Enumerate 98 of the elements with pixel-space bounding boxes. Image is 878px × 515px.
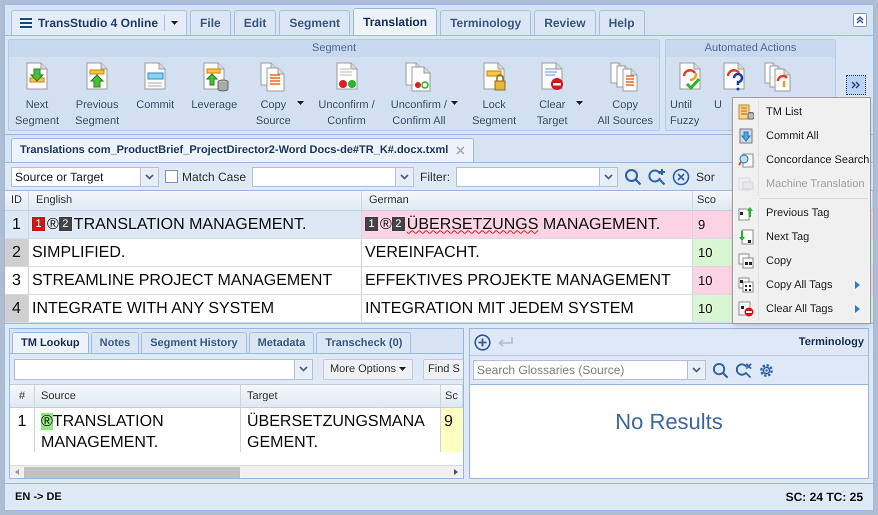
scroll-left-icon[interactable] [15, 469, 19, 475]
caret-icon [399, 367, 406, 371]
tag-up-arrow-icon [738, 205, 754, 221]
horizontal-scrollbar[interactable] [10, 465, 463, 478]
document-tab[interactable]: Translations com_ProductBrief_ProjectDirector2-Word Docs-de#TR_K#.docx.txml [11, 138, 474, 162]
scope-dropdown[interactable]: Source or Target [11, 166, 159, 186]
table-cell: 1 ® 2 ÜBERSETZUNGS MANAGEMENT. [362, 211, 693, 238]
search-icon[interactable] [712, 362, 729, 378]
ribbon-button[interactable]: Copy Source [251, 61, 304, 129]
dropdown-caret-icon [576, 101, 584, 105]
scroll-right-icon[interactable] [454, 469, 458, 475]
dropdown-caret-icon [297, 101, 304, 105]
table-cell: 1 [5, 211, 29, 238]
more-button[interactable] [846, 75, 866, 95]
ribbon-button[interactable]: Unconfirm / Confirm [316, 61, 377, 129]
menu-item[interactable]: Commit All [733, 124, 870, 148]
table-cell: ®TRANSLATION MANAGEMENT. [35, 408, 241, 452]
column-header[interactable]: German [362, 191, 693, 210]
glossary-search-field[interactable]: Search Glossaries (Source) [473, 360, 706, 380]
search-plus-icon[interactable] [648, 168, 666, 186]
menu-tab[interactable]: Segment [279, 10, 350, 35]
menu-tab[interactable]: Translation [353, 8, 438, 35]
menu-icon [20, 18, 32, 28]
more-options-button[interactable]: More Options [323, 358, 414, 380]
table-cell: SIMPLIFIED. [29, 239, 362, 266]
table-cell: INTEGRATE WITH ANY SYSTEM [29, 295, 362, 322]
filter-label: Filter: [420, 168, 450, 186]
collapse-icon[interactable] [853, 13, 867, 27]
ribbon-button[interactable]: Previous Segment [73, 61, 122, 129]
column-header[interactable]: Sc [441, 385, 463, 407]
monitor-icon [738, 176, 754, 192]
menu-tab[interactable]: Help [598, 10, 645, 35]
tag-down-arrow-icon [738, 229, 754, 245]
search-icon[interactable] [624, 168, 642, 186]
double-chevron-icon [850, 81, 860, 89]
segment-counts: SC: 24 TC: 25 [786, 489, 863, 506]
tags-icon [738, 253, 754, 269]
ribbon-button[interactable]: Copy All Sources [595, 61, 655, 129]
checkbox-label: Match Case [182, 168, 246, 186]
ribbon-button[interactable]: Commit [133, 61, 178, 113]
tag-marker: 2 [58, 217, 72, 231]
panel-tab[interactable]: Segment History [141, 332, 247, 353]
clear-icon[interactable] [672, 168, 690, 186]
sort-label: Sor [696, 168, 715, 186]
list-icon [738, 104, 754, 120]
clear-search-icon[interactable] [735, 362, 752, 378]
search-document-icon [738, 152, 754, 168]
empty-message: No Results [615, 408, 723, 436]
app-title: TransStudio 4 Online [38, 15, 158, 32]
table-cell: 9 [441, 408, 463, 452]
menu-tab[interactable]: Terminology [440, 10, 532, 35]
tag-marker: 1 [365, 217, 378, 231]
ribbon-button[interactable]: Clear Target [530, 61, 584, 129]
menu-item[interactable]: Copy All Tags [733, 273, 870, 297]
checkbox[interactable] [165, 170, 178, 183]
table-cell: 4 [5, 295, 29, 322]
find-button[interactable]: Find S [423, 358, 463, 380]
table-cell: 1 ® 2 TRANSLATION MANAGEMENT. [29, 211, 362, 238]
table-cell: 2 [5, 239, 29, 266]
tag-marker: 1 [32, 217, 45, 231]
ribbon-button[interactable]: Until Fuzzy [668, 61, 712, 129]
group-title: Automated Actions [666, 40, 835, 57]
tags-icon [738, 277, 754, 293]
dropdown-caret-icon [451, 101, 458, 105]
menu-item[interactable]: Clear All Tags [733, 297, 870, 321]
ribbon-button[interactable]: Lock Segment [470, 61, 518, 129]
ribbon-button[interactable]: Next Segment [13, 61, 62, 129]
submenu-arrow-icon [855, 281, 860, 289]
panel-title: Terminology [798, 334, 864, 350]
column-header[interactable]: # [10, 385, 35, 407]
tag-delete-icon [738, 301, 754, 317]
column-header[interactable]: Source [35, 385, 241, 407]
settings-icon[interactable] [758, 362, 775, 378]
table-cell: STREAMLINE PROJECT MANAGEMENT [29, 267, 362, 294]
table-cell: 1 [10, 408, 35, 452]
menu-item[interactable]: TM List [733, 100, 870, 124]
menu-tab[interactable]: File [190, 10, 231, 35]
panel-tab[interactable]: Transcheck (0) [316, 332, 412, 353]
column-header[interactable]: English [29, 191, 362, 210]
menu-tab[interactable]: Edit [234, 10, 276, 35]
menu-tab[interactable]: Review [534, 10, 596, 35]
ribbon-button[interactable]: Unconfirm / Confirm All [388, 61, 458, 129]
tag-marker: 2 [392, 217, 405, 231]
menu-item[interactable]: Previous Tag [733, 196, 870, 225]
group-title: Segment [9, 40, 659, 57]
ribbon-button[interactable]: Leverage [189, 61, 240, 113]
column-header[interactable]: ID [5, 191, 29, 210]
add-icon[interactable] [474, 334, 491, 350]
language-pair: EN -> DE [15, 490, 62, 505]
table-cell: 3 [5, 267, 29, 294]
panel-tab[interactable]: Notes [90, 332, 140, 353]
app-menu-button[interactable]: TransStudio 4 Online [11, 10, 188, 35]
panel-tab[interactable]: TM Lookup [12, 332, 89, 353]
submenu-arrow-icon [855, 305, 860, 313]
caret-icon [171, 21, 178, 25]
panel-tab[interactable]: Metadata [248, 332, 314, 353]
menu-item[interactable]: Concordance Search [733, 148, 870, 172]
column-header[interactable]: Target [241, 385, 441, 407]
